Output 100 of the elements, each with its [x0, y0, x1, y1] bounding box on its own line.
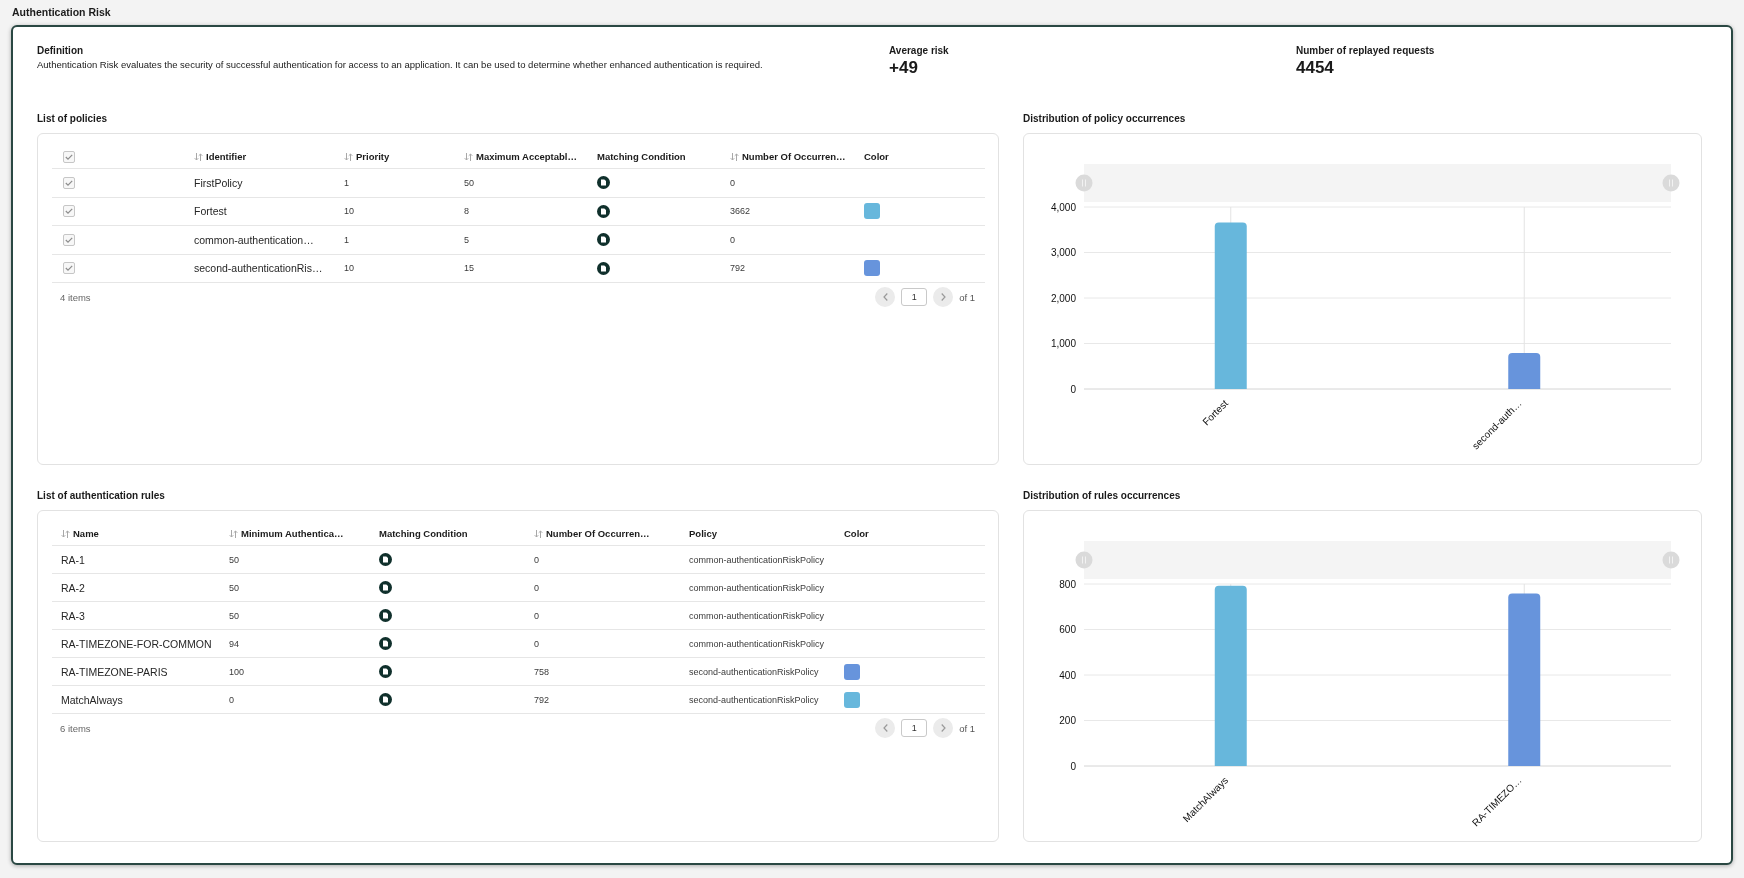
stat-value: 4454	[1296, 58, 1334, 78]
definition-text: Authentication Risk evaluates the security of successful authentication for access to an application. It can be used to determine whether enhanced authentication is required.	[37, 58, 763, 72]
table-cell: 50	[229, 610, 239, 621]
scrollbar-handle[interactable]	[1662, 174, 1680, 192]
stat-value: +49	[889, 58, 918, 78]
chart-scrollbar[interactable]	[1075, 541, 1680, 579]
axis-tick-label: 800	[1059, 578, 1076, 590]
column-header[interactable]: Minimum Authentica…	[229, 528, 344, 540]
table-cell: RA-1	[61, 553, 85, 566]
checkbox[interactable]	[63, 176, 75, 189]
chevron-left-icon	[882, 293, 888, 301]
column-header[interactable]: Maximum Acceptabl…	[464, 151, 577, 163]
table-cell: 100	[229, 666, 245, 677]
section-title: Distribution of policy occurrences	[1023, 112, 1186, 126]
column-header: Color	[864, 151, 889, 163]
table-cell: 50	[229, 554, 239, 565]
table-cell: 0	[229, 694, 234, 705]
table-cell: 0	[730, 234, 735, 245]
chevron-left-icon	[882, 724, 888, 732]
table-cell: 792	[534, 694, 550, 705]
axis-tick-label: 400	[1059, 669, 1076, 681]
page-input[interactable]: 1	[901, 288, 928, 306]
table-cell: 792	[730, 263, 746, 274]
document-icon	[379, 581, 392, 594]
document-icon	[379, 637, 392, 650]
document-icon	[597, 233, 610, 247]
table-cell: RA-2	[61, 581, 85, 594]
table-cell: RA-TIMEZONE-FOR-COMMON	[61, 637, 212, 650]
column-header[interactable]: Number Of Occurren…	[534, 528, 650, 540]
previous-page-button[interactable]	[875, 718, 896, 738]
stat-label: Average risk	[889, 44, 949, 58]
chevron-right-icon	[940, 293, 946, 301]
table-cell: 8	[464, 206, 469, 217]
page-input[interactable]: 1	[901, 719, 928, 737]
table-cell: second-authenticationRiskPolicy	[689, 666, 819, 677]
table-cell: 5	[464, 234, 469, 245]
page-title: Authentication Risk	[12, 5, 111, 19]
next-page-button[interactable]	[933, 287, 954, 307]
table-cell: RA-3	[61, 609, 85, 622]
table-cell: common-authenticationRiskPolicy	[689, 610, 825, 621]
document-icon	[597, 176, 610, 190]
axis-tick-label: 200	[1059, 715, 1076, 726]
table-cell: 10	[344, 206, 354, 217]
document-icon	[597, 204, 610, 218]
table-cell: 15	[464, 263, 474, 274]
table-cell: 758	[534, 666, 550, 677]
document-icon	[379, 609, 392, 622]
table-cell: 0	[730, 177, 735, 188]
table-cell: 0	[534, 582, 539, 593]
table-cell: FirstPolicy	[194, 176, 243, 189]
stat-label: Number of replayed requests	[1296, 44, 1435, 58]
table-cell: MatchAlways	[61, 693, 123, 706]
checkbox[interactable]	[63, 262, 75, 275]
column-header: Color	[844, 528, 869, 540]
document-icon	[379, 693, 392, 706]
axis-tick-label: 0	[1070, 383, 1076, 395]
definition-label: Definition	[37, 44, 84, 58]
column-header[interactable]: Identifier	[194, 151, 247, 163]
document-icon	[597, 261, 610, 275]
table-cell: common-authenticationRiskPolicy	[689, 638, 825, 649]
axis-tick-label: 0	[1070, 760, 1076, 772]
table-cell: common-authenticationRiskPolicy	[689, 554, 825, 565]
column-header: Matching Condition	[379, 528, 468, 540]
chart-scrollbar[interactable]	[1075, 164, 1680, 202]
scrollbar-handle[interactable]	[1075, 551, 1093, 569]
axis-tick-label: 4,000	[1050, 201, 1076, 213]
column-header: Matching Condition	[597, 151, 686, 163]
page-total: of 1	[959, 722, 975, 734]
next-page-button[interactable]	[933, 718, 954, 738]
column-header[interactable]: Priority	[344, 151, 390, 163]
scrollbar-handle[interactable]	[1075, 174, 1093, 192]
column-header[interactable]: Name	[61, 528, 99, 540]
section-title: Distribution of rules occurrences	[1023, 489, 1181, 503]
table-cell: 1	[344, 234, 349, 245]
table-cell: 3662	[730, 206, 751, 217]
section-title: List of policies	[37, 112, 107, 126]
column-header[interactable]: Number Of Occurren…	[730, 151, 846, 163]
table-cell: second-authenticationRis…	[194, 262, 323, 275]
column-header: Policy	[689, 528, 717, 540]
item-count: 6 items	[60, 722, 91, 734]
previous-page-button[interactable]	[875, 287, 896, 307]
document-icon	[379, 553, 392, 566]
table-cell: RA-TIMEZONE-PARIS	[61, 665, 168, 678]
checkbox[interactable]	[63, 233, 75, 246]
axis-tick-label: 2,000	[1050, 292, 1076, 304]
table-cell: 0	[534, 638, 539, 649]
table-cell: 0	[534, 610, 539, 621]
table-cell: 0	[534, 554, 539, 565]
scrollbar-handle[interactable]	[1662, 551, 1680, 569]
checkbox[interactable]	[63, 205, 75, 218]
table-cell: 50	[464, 177, 474, 188]
table-cell: second-authenticationRiskPolicy	[689, 694, 819, 705]
item-count: 4 items	[60, 291, 91, 303]
checkbox[interactable]	[63, 151, 75, 163]
document-icon	[379, 665, 392, 678]
table-cell: 94	[229, 638, 239, 649]
axis-tick-label: 3,000	[1050, 247, 1076, 258]
table-cell: common-authenticationRiskPolicy	[689, 582, 825, 593]
section-title: List of authentication rules	[37, 489, 165, 503]
table-cell: common-authentication…	[194, 233, 314, 246]
